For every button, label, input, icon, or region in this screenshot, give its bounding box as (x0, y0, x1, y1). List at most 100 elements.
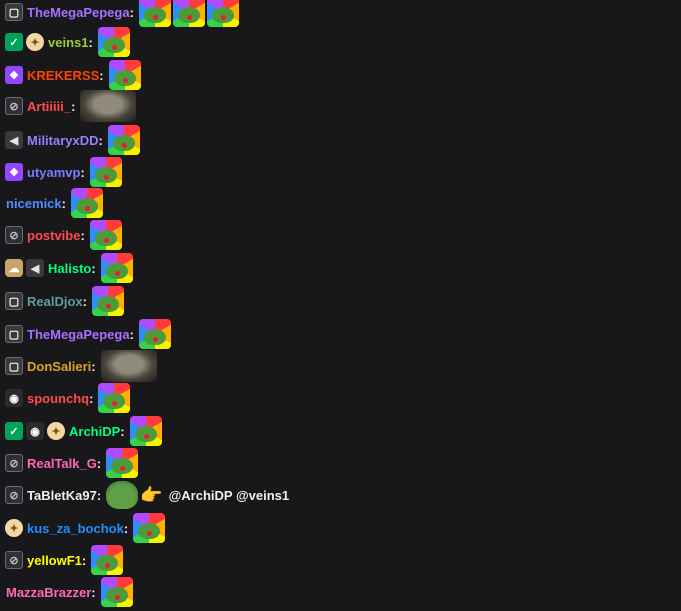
chat-message: ⊘ postvibe: (5, 220, 122, 250)
bits-badge-icon[interactable]: ▢ (5, 325, 23, 343)
clown-pepe-emote-icon[interactable] (91, 286, 124, 316)
chat-username[interactable]: nicemick (6, 196, 62, 211)
prime-badge-icon[interactable]: ⊘ (5, 486, 23, 504)
bits-badge-icon[interactable]: ▢ (5, 292, 23, 310)
chat-username[interactable]: yellowF1 (27, 553, 82, 568)
chat-username[interactable]: veins1 (48, 35, 88, 50)
message-separator: : (81, 552, 87, 568)
message-separator: : (80, 164, 85, 180)
chat-message: ◉ spounchq: (5, 383, 131, 413)
chat-username[interactable]: ArchiDP (69, 424, 120, 439)
pepe-point-emote-icon[interactable] (106, 481, 139, 509)
chat-message: ▢ RealDjox: (5, 286, 124, 316)
sushi-badge-icon[interactable]: ◉ (5, 389, 23, 407)
prime-badge-icon[interactable]: ⊘ (5, 226, 23, 244)
clown-pepe-emote-icon[interactable] (106, 448, 139, 478)
prime-badge-icon[interactable]: ⊘ (5, 454, 23, 472)
chat-username[interactable]: RealDjox (27, 294, 83, 309)
chat-message: ⊘ yellowF1: (5, 545, 124, 575)
message-separator: : (99, 67, 104, 83)
chat-username[interactable]: Artiiiii_ (27, 99, 71, 114)
prime-badge-icon[interactable]: ⊘ (5, 97, 23, 115)
prime-badge-icon[interactable]: ⊘ (5, 551, 23, 569)
gift-badge-icon[interactable]: ✦ (47, 422, 65, 440)
clown-pepe-emote-icon[interactable] (138, 0, 171, 27)
clown-pepe-emote-icon[interactable] (206, 0, 239, 27)
chat-username[interactable]: kus_za_bochok (27, 521, 124, 536)
chat-message: MazzaBrazzer: (5, 577, 133, 607)
sushi-badge-icon[interactable]: ◉ (26, 422, 44, 440)
chat-username[interactable]: Halisto (48, 261, 91, 276)
clown-pepe-emote-icon[interactable] (71, 188, 103, 218)
sub-badge-icon[interactable]: ❖ (5, 163, 23, 181)
gift-badge-icon[interactable]: ✦ (5, 519, 23, 537)
chat-message: ☁ ◀ Halisto: (5, 253, 133, 283)
clown-pepe-emote-icon[interactable] (107, 125, 140, 155)
chat-message: ❖ KREKERSS: (5, 60, 141, 90)
message-separator: : (96, 487, 102, 503)
chat-message: ▢ DonSalieri: (5, 350, 157, 382)
bits-badge-icon[interactable]: ▢ (5, 3, 23, 21)
message-text: @ArchiDP @veins1 (168, 487, 290, 503)
vip-badge-icon[interactable]: ✓ (5, 33, 23, 51)
sub-badge-icon[interactable]: ❖ (5, 66, 23, 84)
clown-pepe-emote-icon[interactable] (100, 577, 133, 607)
clown-pepe-emote-icon[interactable] (172, 0, 205, 27)
chat-message: ✦ kus_za_bochok: (5, 513, 166, 543)
message-separator: : (91, 260, 96, 276)
chat-username[interactable]: TheMegaPepega (27, 327, 130, 342)
message-separator: : (91, 584, 96, 600)
message-separator: : (123, 520, 129, 536)
gift-badge-icon[interactable]: ✦ (26, 33, 44, 51)
chat-username[interactable]: RealTalk_G (27, 456, 97, 471)
message-separator: : (80, 227, 85, 243)
chat-username[interactable]: MazzaBrazzer (6, 585, 91, 600)
grinning-dog-emote-icon[interactable] (100, 350, 157, 382)
cloud-badge-icon[interactable]: ☁ (5, 259, 23, 277)
chat-username[interactable]: postvibe (27, 228, 80, 243)
chat-username[interactable]: KREKERSS (27, 68, 99, 83)
clown-pepe-emote-icon[interactable] (98, 383, 131, 413)
clown-pepe-emote-icon[interactable] (89, 157, 122, 187)
message-separator: : (129, 4, 134, 20)
chat-message: nicemick: (5, 188, 103, 218)
clown-pepe-emote-icon[interactable] (108, 60, 141, 90)
bits-badge-icon[interactable]: ▢ (5, 357, 23, 375)
chat-message: ⊘ RealTalk_G: (5, 448, 139, 478)
clown-pepe-emote-icon[interactable] (138, 319, 171, 349)
message-separator: : (91, 358, 96, 374)
chat-message: ❖ utyamvp: (5, 157, 122, 187)
grinning-dog-emote-icon[interactable] (80, 90, 137, 122)
chat-username[interactable]: TaBletKa97 (27, 488, 97, 503)
chat-message: ◀ MilitaryxDD: (5, 125, 140, 155)
chat-message: ⊘ Artiiiii_: (5, 90, 137, 122)
chat-message: ▢ TheMegaPepega: (5, 0, 239, 27)
chat-message: ✓ ◉ ✦ ArchiDP: (5, 416, 162, 446)
message-separator: : (89, 390, 94, 406)
clown-pepe-emote-icon[interactable] (100, 253, 133, 283)
vip-badge-icon[interactable]: ✓ (5, 422, 23, 440)
chat-username[interactable]: TheMegaPepega (27, 5, 130, 20)
message-separator: : (61, 195, 66, 211)
chat-username[interactable]: DonSalieri (27, 359, 91, 374)
mute-badge-icon[interactable]: ◀ (5, 131, 23, 149)
mute-badge-icon[interactable]: ◀ (26, 259, 44, 277)
clown-pepe-emote-icon[interactable] (91, 545, 124, 575)
clown-pepe-emote-icon[interactable] (133, 513, 166, 543)
chat-username[interactable]: utyamvp (27, 165, 80, 180)
chat-message: ⊘ TaBletKa97: 👉 @ArchiDP @veins1 (5, 480, 289, 510)
clown-pepe-emote-icon[interactable] (129, 416, 162, 446)
message-separator: : (88, 34, 93, 50)
chat-log: ▢ TheMegaPepega: ✓ ✦ veins1: ❖ KREKERSS: ⊘ Artii… (0, 0, 681, 611)
message-separator: : (120, 423, 125, 439)
chat-message: ✓ ✦ veins1: (5, 27, 130, 57)
message-separator: : (98, 132, 103, 148)
clown-pepe-emote-icon[interactable] (97, 27, 130, 57)
clown-pepe-emote-icon[interactable] (89, 220, 122, 250)
chat-username[interactable]: spounchq (27, 391, 89, 406)
pepe-point-emote-icon[interactable]: 👉 (140, 485, 162, 506)
chat-message: ▢ TheMegaPepega: (5, 319, 171, 349)
chat-username[interactable]: MilitaryxDD (27, 133, 99, 148)
message-separator: : (71, 98, 76, 114)
message-separator: : (82, 293, 87, 309)
